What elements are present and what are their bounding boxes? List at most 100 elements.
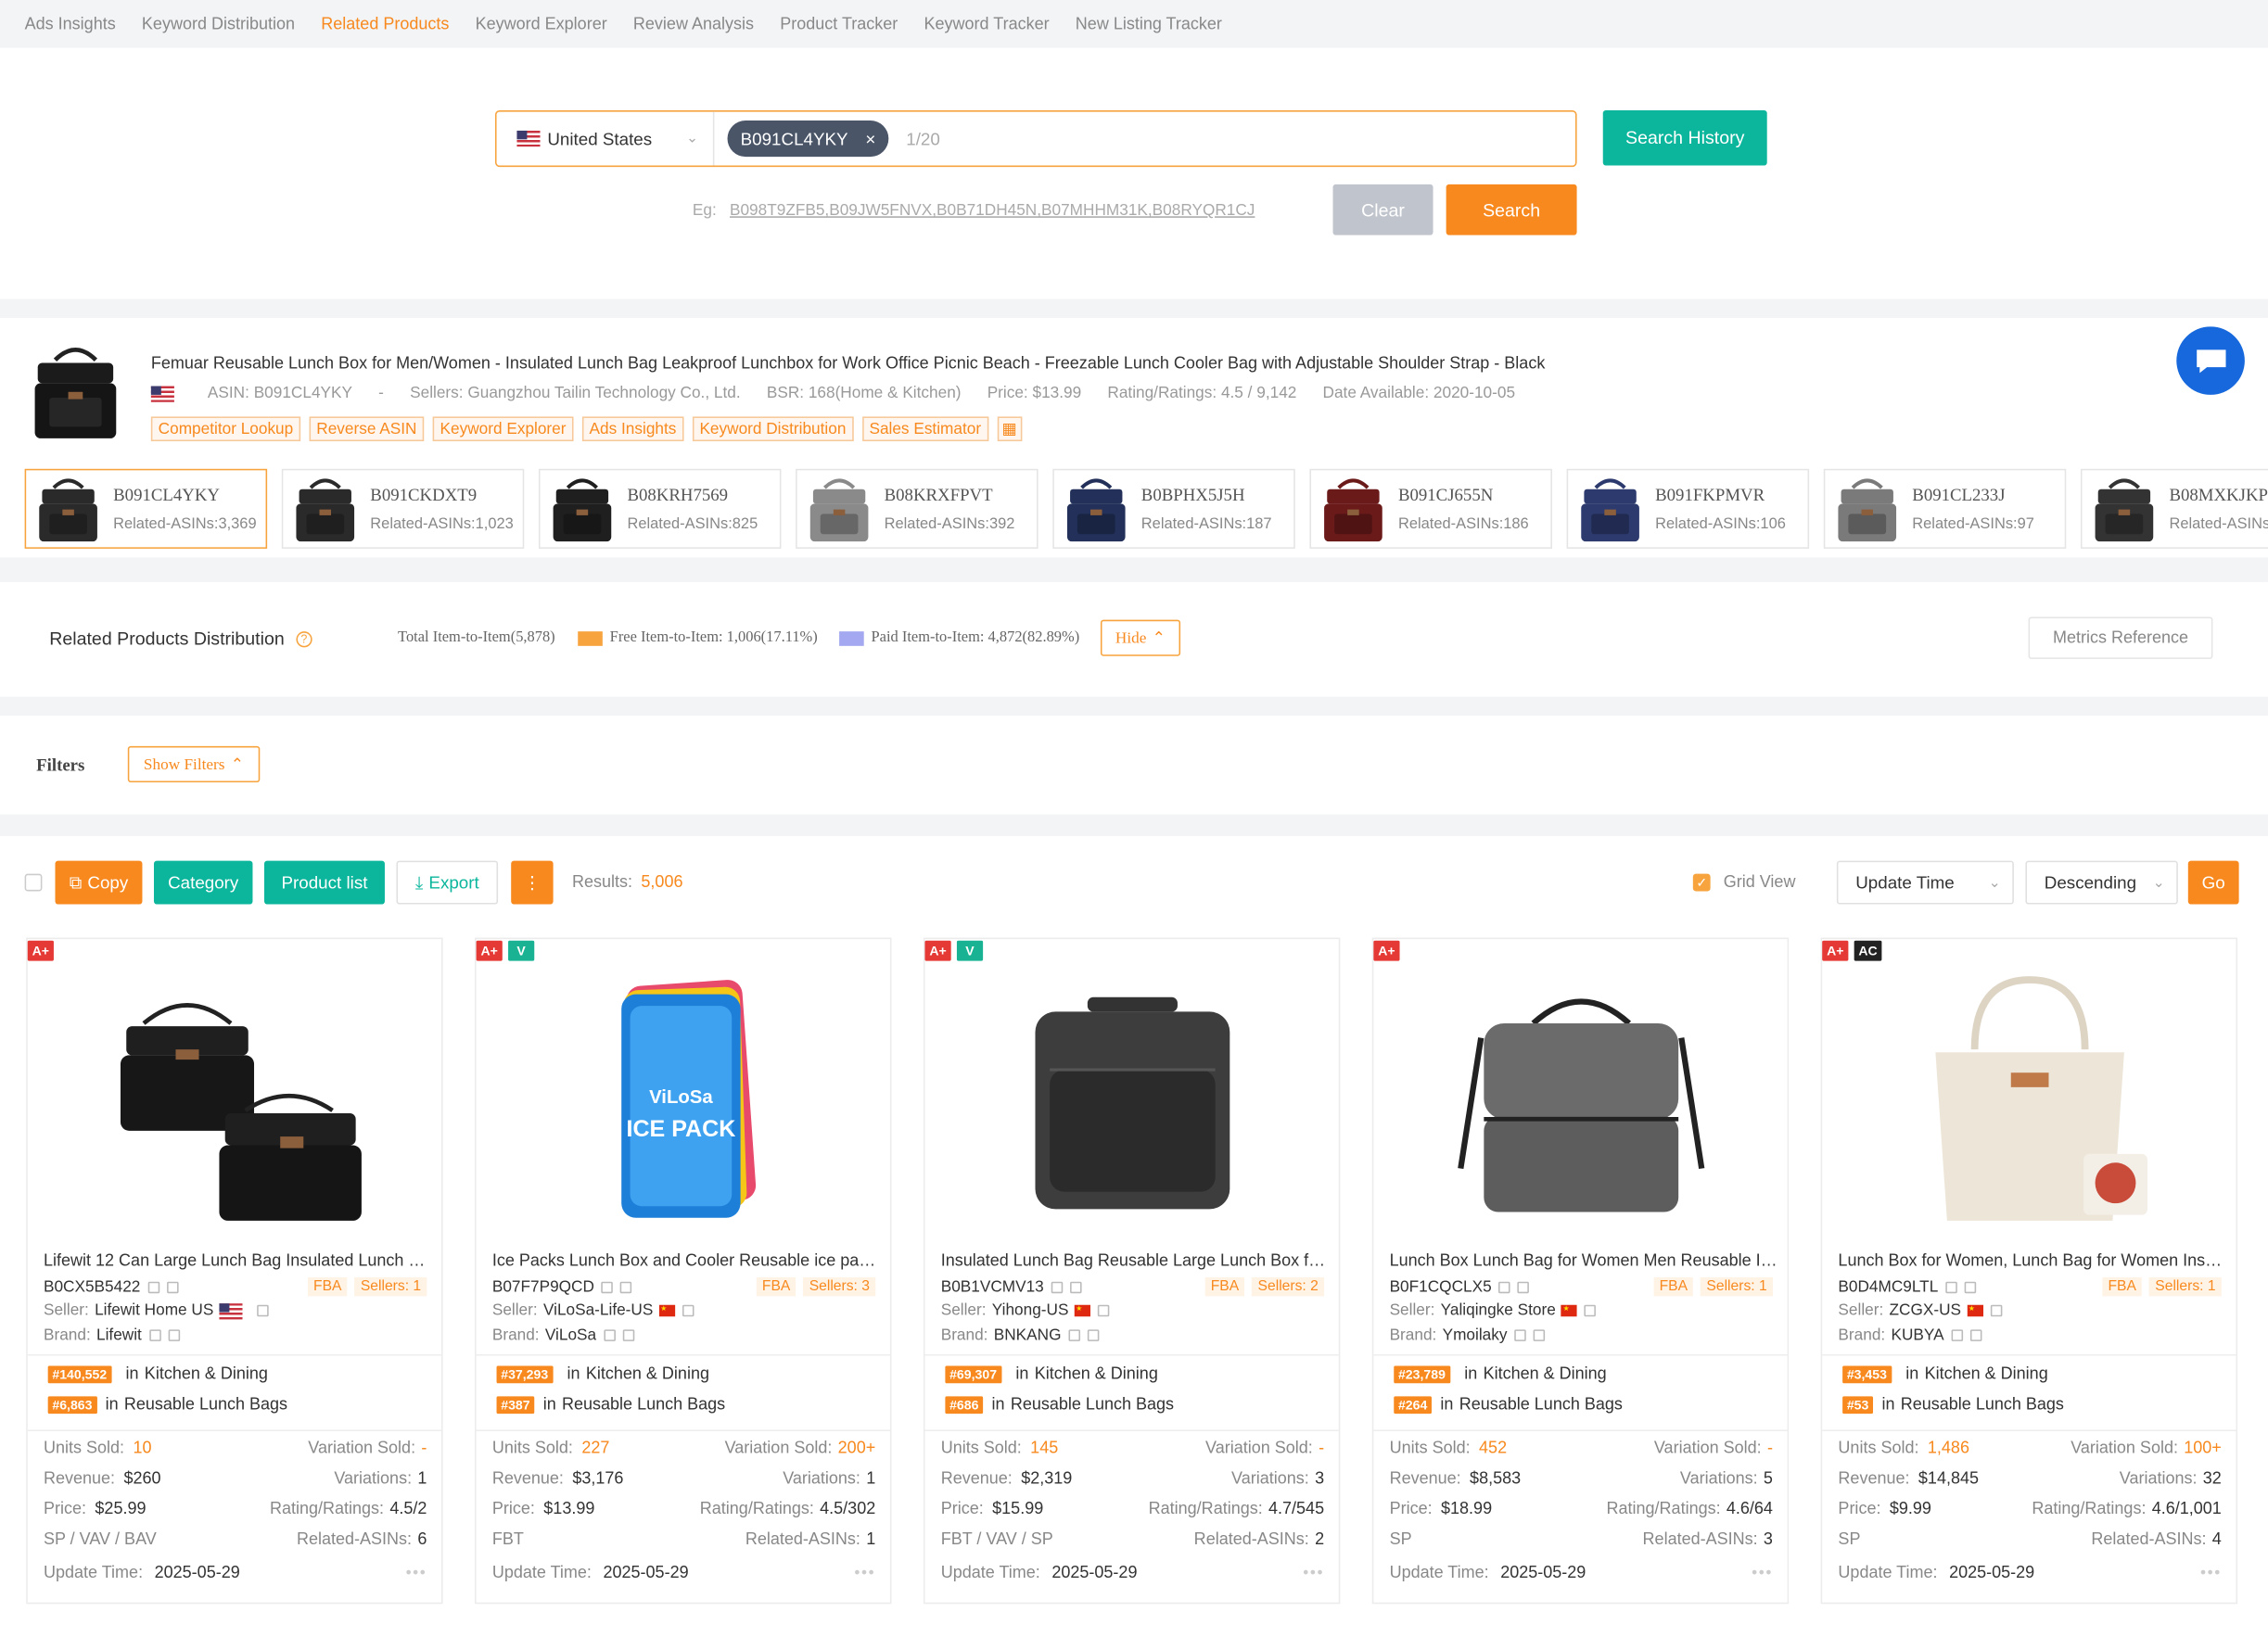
copy-icon[interactable] xyxy=(601,1280,614,1293)
external-link-icon[interactable] xyxy=(620,1280,632,1293)
product-list-button[interactable]: Product list xyxy=(263,860,385,905)
product-card[interactable]: A+ Lifewit 12 Can Large Lunch Bag Insulat… xyxy=(26,937,443,1605)
more-icon[interactable]: ••• xyxy=(2200,1565,2222,1582)
grid-view-checkbox[interactable]: ✓ xyxy=(1692,873,1711,892)
variant-card[interactable]: B091FKPMVR Related-ASINs:106 xyxy=(1566,468,1810,549)
copy-icon[interactable] xyxy=(1951,1329,1963,1341)
tab-review-analysis[interactable]: Review Analysis xyxy=(620,15,767,32)
sellers-badge[interactable]: Sellers: 1 xyxy=(1701,1276,1773,1297)
copy-icon[interactable] xyxy=(147,1280,159,1293)
external-link-icon[interactable] xyxy=(168,1329,180,1341)
sort-order-select[interactable]: Descending ⌄ xyxy=(2025,860,2178,905)
rank-category[interactable]: Reusable Lunch Bags xyxy=(1459,1396,1623,1414)
go-button[interactable]: Go xyxy=(2187,860,2239,905)
variant-card[interactable]: B08KRXFPVT Related-ASINs:392 xyxy=(796,468,1038,549)
help-icon[interactable]: ? xyxy=(296,631,312,648)
external-link-icon[interactable] xyxy=(1087,1329,1100,1341)
variant-card[interactable]: B08KRH7569 Related-ASINs:825 xyxy=(538,468,782,549)
sort-field-select[interactable]: Update Time ⌄ xyxy=(1836,860,2014,905)
card-title[interactable]: Lunch Box Lunch Bag for Women Men Reusab… xyxy=(1390,1252,1779,1270)
variant-card[interactable]: B08MXKJKPP Related-ASINs:93 xyxy=(2080,468,2268,549)
rank-category[interactable]: Reusable Lunch Bags xyxy=(562,1396,725,1414)
related-asins-value[interactable]: 1 xyxy=(866,1531,875,1549)
external-link-icon[interactable] xyxy=(1990,1304,2002,1317)
product-card[interactable]: A+ Lunch Box Lunch Bag for Women Men Reus… xyxy=(1371,937,1790,1605)
tab-product-tracker[interactable]: Product Tracker xyxy=(767,15,911,32)
tab-new-listing-tracker[interactable]: New Listing Tracker xyxy=(1063,15,1235,32)
more-options-icon[interactable]: ⋮ xyxy=(511,860,554,905)
chat-button[interactable] xyxy=(2176,326,2245,395)
select-all-checkbox[interactable] xyxy=(24,873,43,892)
category-button[interactable]: Category xyxy=(153,860,253,905)
hide-button[interactable]: Hide ⌃ xyxy=(1100,619,1181,656)
card-title[interactable]: Insulated Lunch Bag Reusable Large Lunch… xyxy=(941,1252,1331,1270)
seller-name[interactable]: Lifewit Home US xyxy=(95,1302,213,1320)
seller-name[interactable]: ViLoSa-Life-US xyxy=(543,1302,653,1320)
variant-card[interactable]: B091CJ655N Related-ASINs:186 xyxy=(1309,468,1552,549)
rank-category[interactable]: Reusable Lunch Bags xyxy=(124,1396,287,1414)
seller-name[interactable]: Yaliqingke Store xyxy=(1441,1302,1556,1320)
external-link-icon[interactable] xyxy=(1969,1329,1982,1341)
card-asin[interactable]: B0B1VCMV13 xyxy=(941,1278,1044,1296)
variant-card[interactable]: B091CL4YKY Related-ASINs:3,369 xyxy=(24,468,268,549)
metrics-reference-button[interactable]: Metrics Reference xyxy=(2028,616,2213,659)
variant-card[interactable]: B091CL233J Related-ASINs:97 xyxy=(1823,468,2067,549)
copy-icon[interactable] xyxy=(1498,1280,1511,1293)
external-link-icon[interactable] xyxy=(1097,1304,1110,1317)
product-asin[interactable]: ASIN: B091CL4YKY xyxy=(208,385,352,402)
rank-category[interactable]: Kitchen & Dining xyxy=(145,1366,268,1384)
rank-category[interactable]: Kitchen & Dining xyxy=(1484,1366,1607,1384)
reverse-asin-link[interactable]: Reverse ASIN xyxy=(309,416,425,442)
card-title[interactable]: Ice Packs Lunch Box and Cooler Reusable … xyxy=(492,1252,882,1270)
product-card[interactable]: A+ V ViLoSa ICE PACK Ice Packs Lunch Box and… xyxy=(475,937,892,1605)
rank-category[interactable]: Reusable Lunch Bags xyxy=(1901,1396,2064,1414)
close-icon[interactable]: × xyxy=(865,129,875,149)
external-link-icon[interactable] xyxy=(166,1280,179,1293)
keyword-distribution-link[interactable]: Keyword Distribution xyxy=(692,416,854,442)
brand-name[interactable]: Lifewit xyxy=(96,1326,142,1344)
external-link-icon[interactable] xyxy=(1069,1280,1082,1293)
sellers-badge[interactable]: Sellers: 3 xyxy=(803,1276,876,1297)
keyword-explorer-link[interactable]: Keyword Explorer xyxy=(432,416,574,442)
product-card[interactable]: A+ AC Lunch Box for Women, Lunch Bag for W… xyxy=(1820,937,2238,1605)
external-link-icon[interactable] xyxy=(1517,1280,1530,1293)
external-link-icon[interactable] xyxy=(1964,1280,1977,1293)
sellers-badge[interactable]: Sellers: 2 xyxy=(1252,1276,1325,1297)
brand-name[interactable]: Ymoilaky xyxy=(1443,1326,1508,1344)
external-link-icon[interactable] xyxy=(682,1304,694,1317)
related-asins-value[interactable]: 3 xyxy=(1764,1531,1773,1549)
country-select[interactable]: United States ⌄ xyxy=(497,111,715,166)
seller-name[interactable]: ZCGX-US xyxy=(1890,1302,1962,1320)
tab-ads-insights[interactable]: Ads Insights xyxy=(12,15,129,32)
brand-name[interactable]: ViLoSa xyxy=(545,1326,596,1344)
competitor-lookup-link[interactable]: Competitor Lookup xyxy=(150,416,301,442)
copy-icon[interactable] xyxy=(1051,1280,1064,1293)
rank-category[interactable]: Kitchen & Dining xyxy=(586,1366,709,1384)
card-title[interactable]: Lunch Box for Women, Lunch Bag for Women… xyxy=(1838,1252,2227,1270)
card-asin[interactable]: B0F1CQCLX5 xyxy=(1390,1278,1492,1296)
card-asin[interactable]: B0D4MC9LTL xyxy=(1838,1278,1938,1296)
external-link-icon[interactable] xyxy=(257,1304,269,1317)
copy-icon[interactable] xyxy=(148,1329,161,1341)
rank-category[interactable]: Kitchen & Dining xyxy=(1925,1366,2048,1384)
clear-button[interactable]: Clear xyxy=(1332,184,1433,235)
seller-name[interactable]: Yihong-US xyxy=(992,1302,1069,1320)
external-link-icon[interactable] xyxy=(622,1329,634,1341)
copy-icon[interactable] xyxy=(1068,1329,1080,1341)
related-asins-value[interactable]: 2 xyxy=(1315,1531,1324,1549)
copy-icon[interactable] xyxy=(1514,1329,1526,1341)
product-card[interactable]: A+ V Insulated Lunch Bag Reusable Large Lu… xyxy=(923,937,1341,1605)
external-link-icon[interactable] xyxy=(1533,1329,1546,1341)
show-filters-button[interactable]: Show Filters ⌃ xyxy=(127,745,261,783)
more-icon[interactable]: ••• xyxy=(854,1565,875,1582)
tab-keyword-tracker[interactable]: Keyword Tracker xyxy=(911,15,1062,32)
variant-card[interactable]: B0BPHX5J5H Related-ASINs:187 xyxy=(1052,468,1295,549)
more-icon[interactable]: ••• xyxy=(1303,1565,1324,1582)
related-asins-value[interactable]: 4 xyxy=(2212,1531,2222,1549)
tab-related-products[interactable]: Related Products xyxy=(308,15,462,32)
card-asin[interactable]: B07F7P9QCD xyxy=(492,1278,594,1296)
copy-button[interactable]: ⧉ Copy xyxy=(55,860,143,905)
tab-keyword-explorer[interactable]: Keyword Explorer xyxy=(462,15,619,32)
more-icon[interactable]: ••• xyxy=(406,1565,427,1582)
tab-keyword-distribution[interactable]: Keyword Distribution xyxy=(129,15,308,32)
